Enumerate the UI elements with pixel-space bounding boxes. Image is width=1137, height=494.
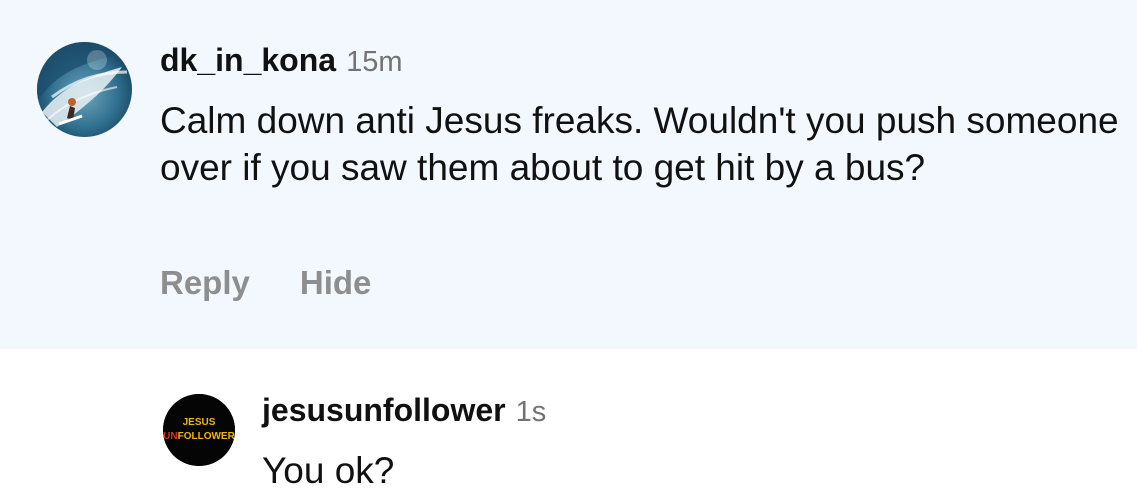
reply-user-avatar[interactable]: JESUS UNFOLLOWER (163, 394, 235, 466)
user-avatar[interactable] (37, 42, 132, 137)
comment-actions: Reply Hide (160, 264, 371, 302)
reply-text: You ok? (262, 450, 395, 491)
comment-timestamp: 15m (346, 46, 403, 78)
reply-button[interactable]: Reply (160, 264, 250, 302)
comment-header: dk_in_kona 15m (160, 42, 402, 82)
jesus-unfollower-logo-icon: JESUS UNFOLLOWER (163, 394, 235, 466)
comment-container: dk_in_kona 15m Calm down anti Jesus frea… (0, 0, 1137, 349)
reply-header: jesusunfollower 1s (262, 392, 546, 432)
reply-username[interactable]: jesusunfollower (262, 392, 506, 429)
comment-text: Calm down anti Jesus freaks. Wouldn't yo… (160, 100, 1119, 188)
surfer-photo-icon (37, 42, 132, 137)
reply-timestamp: 1s (515, 396, 547, 428)
svg-text:UNFOLLOWER: UNFOLLOWER (163, 431, 235, 442)
svg-text:JESUS: JESUS (183, 417, 216, 428)
hide-button[interactable]: Hide (300, 264, 372, 302)
comment-username[interactable]: dk_in_kona (160, 42, 336, 79)
